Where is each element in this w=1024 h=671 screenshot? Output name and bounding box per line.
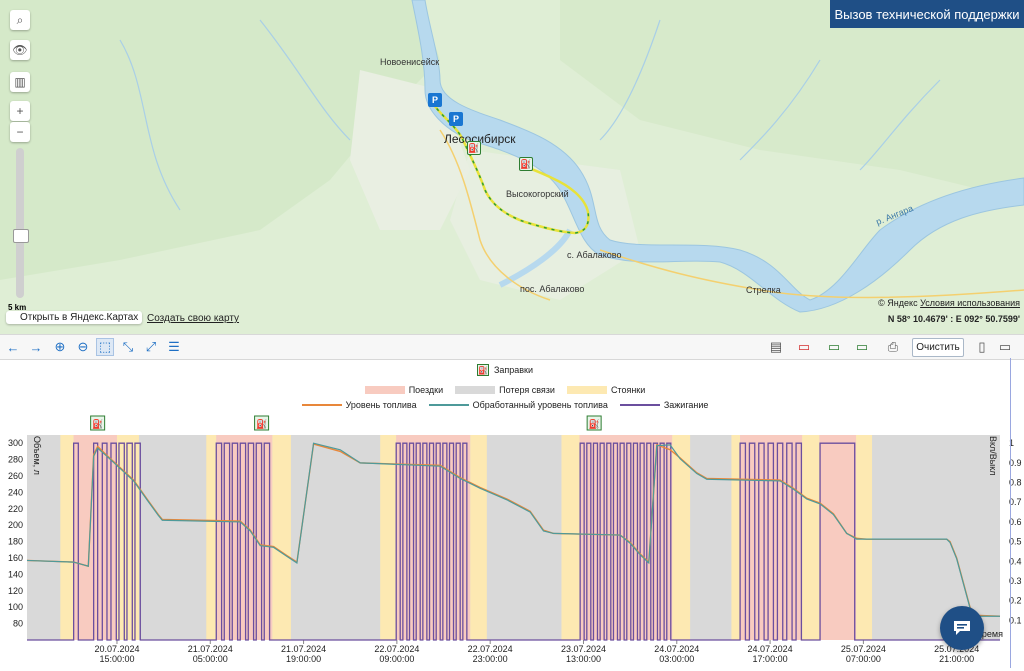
copyright-text: © Яндекс (878, 298, 918, 308)
y-left-tick-label: 100 (8, 602, 23, 612)
map-label-s-abalakovo: с. Абалаково (567, 250, 622, 260)
x-tick-time: 07:00:00 (846, 654, 881, 664)
map-view[interactable]: Вызов технической поддержки ⌕ 👁 ▥ + − Но… (0, 0, 1024, 334)
y-left-tick-label: 220 (8, 504, 23, 514)
map-label-novoeniseysk: Новоенисейск (380, 57, 440, 67)
x-tick-date: 22.07.2024 (468, 644, 513, 654)
y-left-axis-title: Объем, л (32, 436, 42, 475)
stop-band (856, 435, 873, 640)
x-tick-time: 05:00:00 (193, 654, 228, 664)
clear-button[interactable]: Очистить (912, 338, 964, 357)
y-left-tick-label: 160 (8, 553, 23, 563)
x-tick-time: 21:00:00 (939, 654, 974, 664)
chart-toolbar: ← → ⊕ ⊖ ⬚ ⤡ ⤢ ☰ ▤ ▭ ▭ ▭ ⎙ Очистить ▯ ▭ (0, 334, 1024, 360)
stop-band (60, 435, 74, 640)
excel-icon[interactable]: ▭ (825, 338, 843, 356)
y-left-tick-label: 140 (8, 569, 23, 579)
parking-marker[interactable]: P (428, 93, 442, 107)
list-icon[interactable]: ☰ (165, 338, 183, 356)
arrow-right-icon[interactable]: → (27, 338, 45, 356)
select-area-icon[interactable]: ⬚ (96, 338, 114, 356)
fuel-event-glyph: ⛽ (256, 418, 267, 430)
x-tick-date: 25.07.2024 (841, 644, 886, 654)
fuel-event-glyph: ⛽ (92, 418, 103, 430)
zoom-in-button[interactable]: + (10, 101, 30, 121)
stop-band (470, 435, 487, 640)
x-tick-time: 15:00:00 (99, 654, 134, 664)
x-tick-time: 17:00:00 (753, 654, 788, 664)
y-left-tick-label: 180 (8, 537, 23, 547)
chat-icon (954, 621, 970, 635)
y-left-tick-label: 280 (8, 455, 23, 465)
stop-band (802, 435, 820, 640)
x-tick-date: 21.07.2024 (281, 644, 326, 654)
zoom-slider-track[interactable] (16, 148, 24, 298)
y-left-tick-label: 300 (8, 438, 23, 448)
fuel-chart[interactable]: 80 100 120 140 160 180 200 220 240 260 280 300 0.1 0.… (0, 358, 1024, 668)
layers-icon[interactable]: ▥ (10, 72, 30, 92)
map-label-pos-abalakovo: пос. Абалаково (520, 284, 585, 294)
zoom-out-button[interactable]: − (10, 122, 30, 142)
stop-band (116, 435, 139, 640)
stop-band (206, 435, 217, 640)
y-right-axis-title: Вкл/Выкл (988, 436, 998, 476)
trip-band (819, 435, 857, 640)
y-left-tick-label: 120 (8, 586, 23, 596)
axis-zoom-icon[interactable]: ⤡ (119, 338, 137, 356)
print-icon[interactable]: ⎙ (884, 338, 902, 356)
x-tick-time: 03:00:00 (659, 654, 694, 664)
chat-button[interactable] (940, 606, 984, 650)
panel-icon[interactable]: ▭ (996, 338, 1014, 356)
y-left-tick-label: 200 (8, 520, 23, 530)
stop-band (731, 435, 741, 640)
map-icon[interactable]: ▯ (973, 338, 991, 356)
cursor-coordinates: N 58° 10.4679' : E 092° 50.7599' (887, 314, 1020, 324)
map-canvas (0, 0, 1024, 313)
chart-cursor-line (1010, 358, 1011, 668)
terms-link[interactable]: Условия использования (920, 298, 1020, 308)
stop-band (272, 435, 291, 640)
y-left-tick-label: 260 (8, 471, 23, 481)
map-label-vysokogorsky: Высокогорский (506, 189, 569, 199)
export-icon[interactable]: ▭ (853, 338, 871, 356)
eye-icon[interactable]: 👁 (10, 40, 30, 60)
pdf-icon[interactable]: ▭ (795, 338, 813, 356)
fuel-marker-icon[interactable]: ⛽ (519, 157, 533, 171)
y-left-tick-label: 80 (13, 619, 23, 629)
stop-band (380, 435, 397, 640)
open-yandex-maps-link[interactable]: Открыть в Яндекс.Картах (6, 311, 143, 324)
create-map-link[interactable]: Создать свою карту (147, 313, 239, 324)
parking-marker[interactable]: P (449, 112, 463, 126)
search-icon[interactable]: ⌕ (10, 10, 30, 30)
x-tick-date: 21.07.2024 (188, 644, 233, 654)
zoom-out-icon[interactable]: ⊖ (74, 338, 92, 356)
x-tick-date: 24.07.2024 (654, 644, 699, 654)
zoom-slider-handle[interactable] (13, 229, 29, 243)
x-tick-time: 13:00:00 (566, 654, 601, 664)
x-tick-time: 09:00:00 (379, 654, 414, 664)
support-button[interactable]: Вызов технической поддержки (830, 0, 1024, 28)
fuel-marker-icon[interactable]: ⛽ (467, 141, 481, 155)
y-left-tick-label: 240 (8, 487, 23, 497)
table-icon[interactable]: ▤ (767, 338, 785, 356)
x-tick-time: 19:00:00 (286, 654, 321, 664)
stop-band (561, 435, 580, 640)
expand-icon[interactable]: ⤢ (142, 338, 160, 356)
map-label-strelka: Стрелка (746, 285, 781, 295)
x-tick-date: 23.07.2024 (561, 644, 606, 654)
x-tick-date: 20.07.2024 (94, 644, 139, 654)
x-tick-date: 24.07.2024 (748, 644, 793, 654)
zoom-in-icon[interactable]: ⊕ (51, 338, 69, 356)
arrow-left-icon[interactable]: ← (4, 338, 22, 356)
fuel-event-glyph: ⛽ (589, 418, 600, 430)
x-tick-time: 23:00:00 (473, 654, 508, 664)
map-copyright: © Яндекс Условия использования (878, 298, 1020, 308)
fuel-chart-svg[interactable]: 801001201401601802002202402602803000.10.… (0, 358, 1024, 668)
x-tick-date: 22.07.2024 (374, 644, 419, 654)
